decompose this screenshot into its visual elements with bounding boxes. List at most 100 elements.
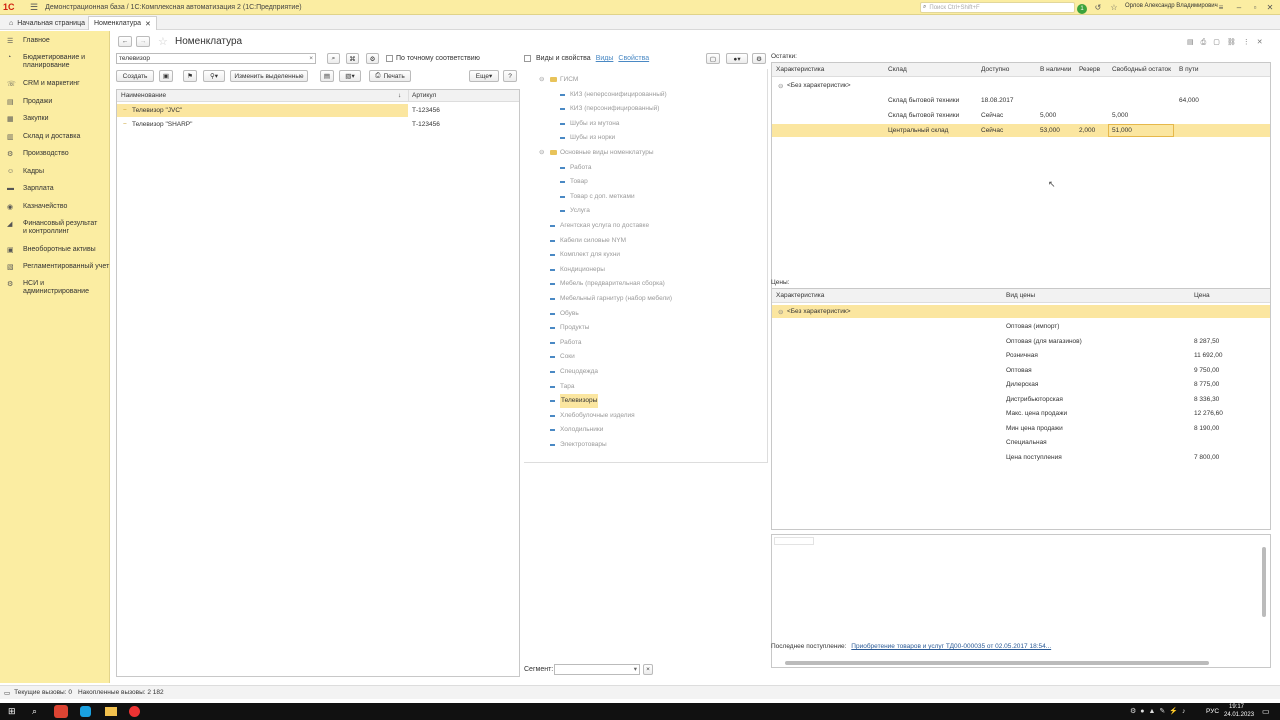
global-search-input[interactable]: ⌕ Поиск Ctrl+Shift+F [920,2,1075,13]
sidebar-item-crm[interactable]: ☏ CRM и маркетинг [0,80,110,88]
tree-settings-button[interactable]: ⚙ [752,53,766,64]
sidebar-item-treasury[interactable]: ◉ Казначейство [0,203,110,211]
user-name[interactable]: Орлов Александр Владимирович [1125,3,1218,9]
tree-item[interactable]: Работа [526,161,766,175]
language-indicator[interactable]: РУС [1206,708,1219,715]
vertical-scrollbar[interactable] [1262,547,1266,617]
table-row[interactable]: Макс. цена продажи 12 276,60 [772,407,1270,420]
back-button[interactable]: ← [118,36,132,47]
table-row[interactable]: Оптовая (импорт) [772,320,1270,333]
change-selected-button[interactable]: Изменить выделенные [230,70,308,82]
find-advanced-button[interactable]: ⌘ [346,53,359,64]
sidebar-item-warehouse[interactable]: ▥ Склад и доставка [0,133,110,141]
maximize-icon[interactable]: ▫ [1249,2,1261,13]
tree-item[interactable]: Кондиционеры [526,263,766,277]
copy-button[interactable]: ▢ [706,53,720,64]
collapse-icon[interactable]: ⊖ [778,308,783,316]
segment-clear-button[interactable]: × [643,664,653,675]
table-row[interactable]: Дистрибьюторская 8 336,30 [772,393,1270,406]
description-tab[interactable] [774,537,814,545]
tree-item[interactable]: Агентская услуга по доставке [526,219,766,233]
list-search-input[interactable]: телевизор × [116,53,316,64]
sidebar-item-salary[interactable]: ▬ Зарплата [0,185,110,193]
tree-item[interactable]: Обувь [526,307,766,321]
tree-item[interactable]: ⊖ ГИСМ [526,73,766,87]
tree-item[interactable]: Телевизоры [526,394,766,409]
print-icon[interactable]: ⎙ [1201,39,1214,46]
attachments-button[interactable]: ▧▾ [339,70,361,82]
collapse-icon[interactable]: ⊖ [539,146,544,160]
status-menu-button[interactable]: ●▾ [726,53,748,64]
tab-home[interactable]: ⌂ Начальная страница [4,16,90,30]
mark-deletion-button[interactable]: ⚑ [183,70,197,82]
tree-item[interactable]: Спецодежда [526,365,766,379]
table-row[interactable]: Центральный склад Сейчас 53,000 2,000 51… [772,124,1270,137]
column-name[interactable]: Наименование [121,92,166,99]
tray-icons[interactable]: ⚙●▲✎⚡♪ [1130,707,1190,715]
table-row[interactable]: − Телевизор "SHARP" Т-123456 [117,118,519,131]
link-icon[interactable]: ⛓ [1227,39,1243,46]
tree-item[interactable]: Соки [526,350,766,364]
windows-start-icon[interactable]: ⊞ [8,706,16,717]
forward-button[interactable]: → [136,36,150,47]
last-receipt-link[interactable]: Приобретение товаров и услуг ТД00-000035… [851,643,1051,650]
table-row[interactable]: Оптовая (для магазинов) 8 287,50 [772,335,1270,348]
tree-item[interactable]: Шубы из мутона [526,117,766,131]
kinds-link[interactable]: Виды [596,55,614,62]
favorites-star-icon[interactable]: ☆ [1108,2,1120,13]
explorer-icon[interactable] [105,707,117,716]
prices-group-row[interactable]: ⊖ <Без характеристик> [772,305,1270,318]
tree-item[interactable]: Шубы из норки [526,131,766,145]
column-article[interactable]: Артикул [412,92,436,99]
main-menu-icon[interactable]: ☰ [30,2,38,13]
tree-item[interactable]: Товар с доп. метками [526,190,766,204]
tree-item[interactable]: Услуга [526,204,766,218]
sidebar-item-assets[interactable]: ▣ Внеоборотные активы [0,246,110,254]
sidebar-item-purchases[interactable]: ▦ Закупки [0,115,110,123]
clock-time[interactable]: 19:17 [1229,704,1244,710]
report-icon[interactable]: ▤ [1187,39,1201,46]
kinds-toggle[interactable]: Виды и свойства Виды Свойства [524,55,649,62]
search-icon[interactable]: ⌕ [32,706,37,717]
search-settings-button[interactable]: ⚙ [366,53,379,64]
favorite-star-icon[interactable]: ☆ [158,35,168,48]
tree-item[interactable]: Комплект для кухни [526,248,766,262]
tree-item[interactable]: Мебельный гарнитур (набор мебели) [526,292,766,306]
tree-item[interactable]: Кабели силовые NYM [526,234,766,248]
sidebar-item-staff[interactable]: ☺ Кадры [0,168,110,176]
history-icon[interactable]: ↺ [1092,2,1104,13]
table-row[interactable]: Мин цена продажи 8 190,00 [772,422,1270,435]
table-row[interactable]: Склад бытовой техники Сейчас 5,000 5,000 [772,109,1270,122]
collapse-icon[interactable]: ⊖ [778,82,783,90]
tree-item[interactable]: Электротовары [526,438,766,452]
find-button[interactable]: ⌕ [327,53,340,64]
more-icon[interactable]: ⋮ [1243,39,1257,46]
filter-button[interactable]: ⚲▾ [203,70,225,82]
tab-nomenclature[interactable]: Номенклатура ✕ [88,16,157,30]
sidebar-item-sales[interactable]: ▤ Продажи [0,98,110,106]
close-form-icon[interactable]: ✕ [1257,39,1270,46]
table-row[interactable]: Оптовая 9 750,00 [772,364,1270,377]
tree-item[interactable]: КИЗ (персонифицированный) [526,102,766,116]
tree-item[interactable]: Продукты [526,321,766,335]
sidebar-item-production[interactable]: ⚙ Производство [0,150,110,158]
close-tab-icon[interactable]: ✕ [145,20,151,28]
skype-icon[interactable] [80,706,91,717]
stock-group-row[interactable]: ⊖ <Без характеристик> [772,79,1270,92]
print-button[interactable]: ⎙ Печать [369,70,411,82]
copy-icon[interactable]: ▢ [1213,39,1227,46]
help-button[interactable]: ? [503,70,517,82]
tree-item[interactable]: КИЗ (неперсонифицированный) [526,88,766,102]
sidebar-item-main[interactable]: ☰ Главное [0,37,110,45]
1c-app-icon[interactable] [54,705,68,718]
settings-menu-icon[interactable]: ≡ [1215,2,1227,13]
sidebar-item-accounting[interactable]: ▧ Регламентированный учет [0,263,110,271]
table-row[interactable]: Розничная 11 692,00 [772,349,1270,362]
horizontal-scrollbar[interactable] [785,661,1209,665]
report-button[interactable]: ▤ [320,70,334,82]
clear-icon[interactable]: × [309,54,313,63]
minimize-icon[interactable]: – [1233,2,1245,13]
create-button[interactable]: Создать [116,70,154,82]
notifications-icon[interactable]: 1 [1076,2,1088,14]
sidebar-item-budget[interactable]: ◔ Бюджетирование и планирование [0,54,110,70]
